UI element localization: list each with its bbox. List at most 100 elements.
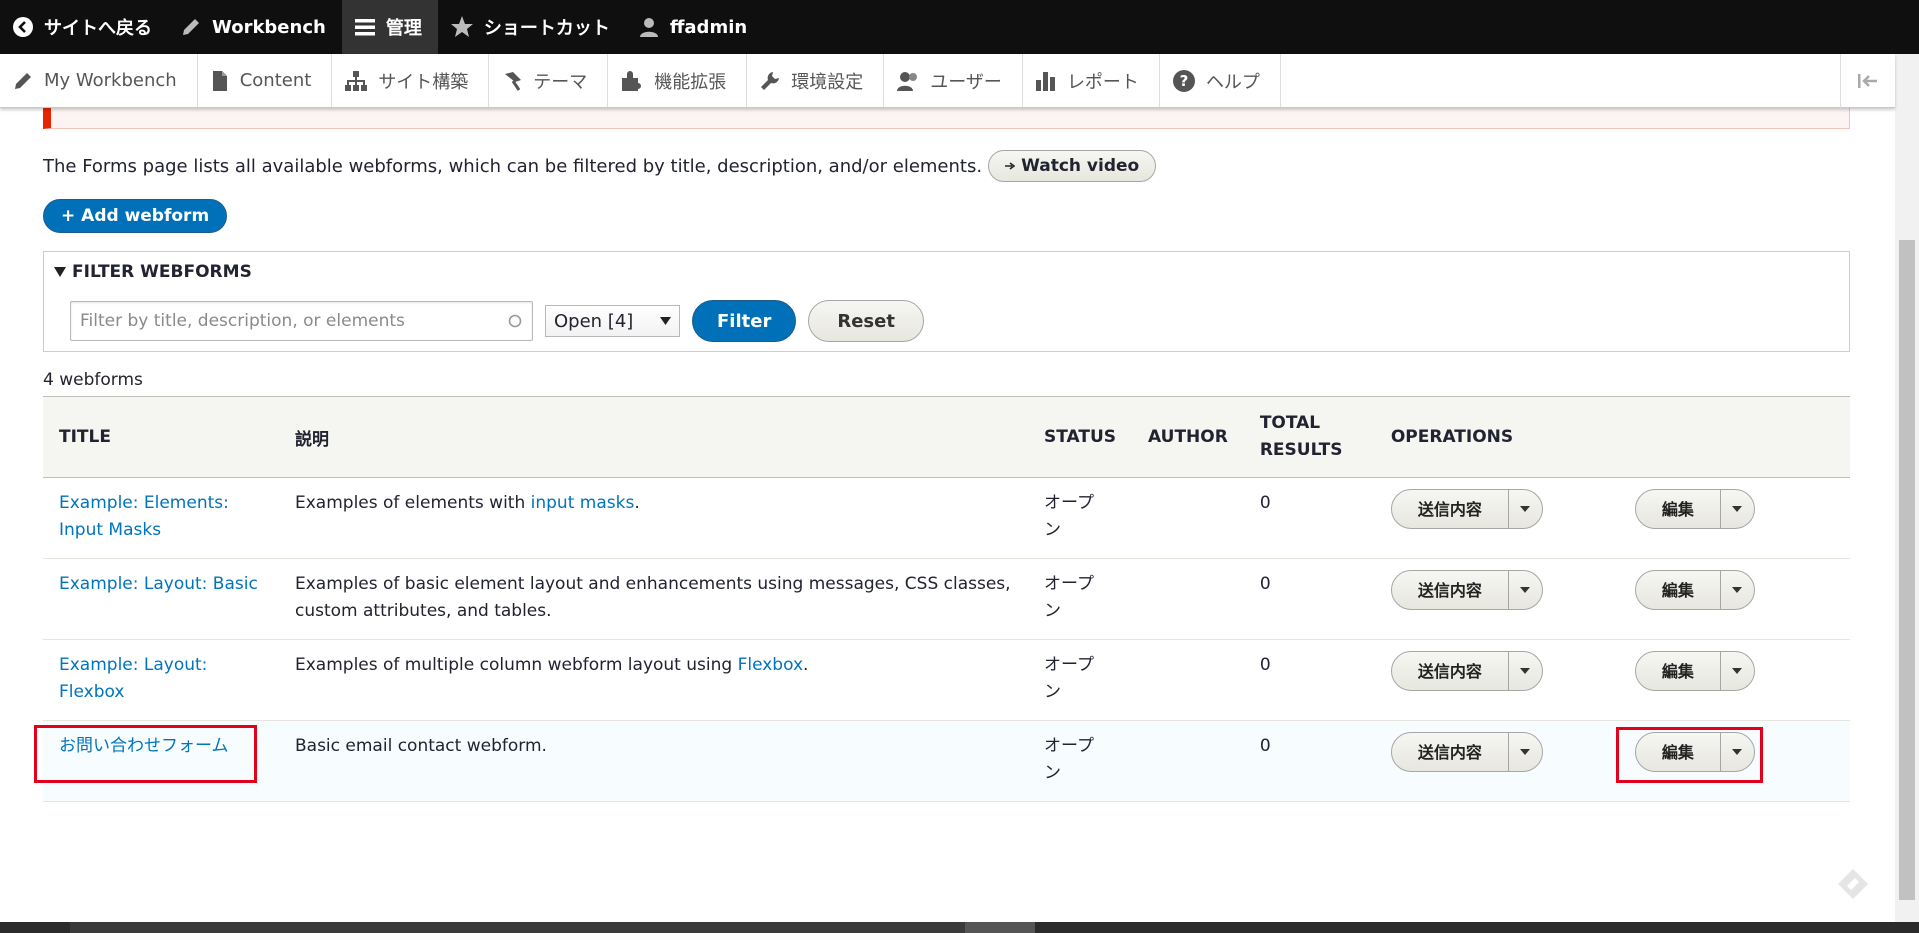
webform-title-link[interactable]: Example: Layout: Basic: [59, 574, 258, 594]
user-icon: [639, 18, 658, 37]
edit-button-label[interactable]: 編集: [1636, 490, 1720, 528]
cell-description: Examples of elements with input masks.: [279, 477, 1028, 559]
scrollbar-thumb[interactable]: [1899, 240, 1915, 900]
wrench-icon: [761, 71, 780, 90]
cell-operations-edit: 編集: [1616, 477, 1850, 559]
column-header-title[interactable]: TITLE: [43, 396, 279, 478]
search-icon: [508, 314, 522, 328]
cell-description: Examples of basic element layout and enh…: [279, 558, 1028, 640]
tray-item-people[interactable]: ユーザー: [884, 54, 1023, 107]
results-button-label[interactable]: 送信内容: [1392, 490, 1508, 528]
cell-operations-results: 送信内容: [1374, 477, 1617, 559]
tray-item-label: テーマ: [533, 71, 588, 93]
results-dropdown-toggle[interactable]: [1507, 733, 1542, 771]
table-row: Example: Elements: Input Masks Examples o…: [43, 477, 1850, 559]
shortcuts-tab[interactable]: ショートカット: [438, 0, 626, 54]
workbench-label: Workbench: [212, 16, 326, 38]
tray-item-label: Content: [239, 70, 312, 91]
tray-item-content[interactable]: Content: [198, 54, 333, 107]
filter-button[interactable]: Filter: [692, 300, 797, 342]
taskbar-segment: [70, 922, 980, 933]
error-message-strip: [43, 108, 1850, 129]
manage-tab[interactable]: 管理: [341, 0, 438, 54]
tray-item-my-workbench[interactable]: My Workbench: [0, 54, 198, 107]
tray-item-config[interactable]: 環境設定: [747, 54, 885, 107]
results-button-label[interactable]: 送信内容: [1392, 571, 1508, 609]
description-link[interactable]: Flexbox: [738, 655, 803, 675]
cell-status: オープン: [1028, 720, 1133, 802]
edit-dropbutton[interactable]: 編集: [1634, 570, 1755, 610]
filter-legend[interactable]: FILTER WEBFORMS: [54, 262, 252, 282]
results-dropdown-toggle[interactable]: [1507, 571, 1542, 609]
results-dropbutton[interactable]: 送信内容: [1390, 489, 1543, 529]
edit-dropdown-toggle[interactable]: [1719, 652, 1754, 690]
chevron-down-icon: [1520, 506, 1531, 512]
results-dropdown-toggle[interactable]: [1507, 652, 1542, 690]
edit-dropdown-toggle[interactable]: [1719, 571, 1754, 609]
manage-label: 管理: [385, 18, 422, 39]
results-dropbutton[interactable]: 送信内容: [1390, 732, 1543, 772]
results-button-label[interactable]: 送信内容: [1392, 652, 1508, 690]
tray-item-label: レポート: [1066, 71, 1139, 93]
results-dropdown-toggle[interactable]: [1507, 490, 1542, 528]
bar-chart-icon: [1035, 71, 1055, 91]
results-dropbutton[interactable]: 送信内容: [1390, 570, 1543, 610]
watch-video-button[interactable]: Watch video: [988, 150, 1157, 182]
description-text: Examples of elements with: [295, 493, 531, 513]
edit-dropbutton[interactable]: 編集: [1634, 651, 1755, 691]
triangle-down-icon: [54, 267, 66, 277]
status-text: オープン: [1044, 574, 1094, 621]
edit-button-label[interactable]: 編集: [1636, 571, 1720, 609]
webform-title-link[interactable]: Example: Elements: Input Masks: [59, 490, 239, 544]
results-dropbutton[interactable]: 送信内容: [1390, 651, 1543, 691]
add-webform-button[interactable]: + Add webform: [43, 199, 228, 233]
state-select[interactable]: Open [4]: [545, 305, 680, 337]
vertical-scrollbar[interactable]: [1895, 54, 1919, 924]
help-icon: ?: [1172, 69, 1195, 92]
table-header-row: TITLE 説明 STATUS AUTHOR TOTAL RESULTS OPE…: [43, 396, 1850, 478]
edit-button-label[interactable]: 編集: [1636, 652, 1720, 690]
tray-item-extend[interactable]: 機能拡張: [608, 54, 748, 107]
status-text: オープン: [1044, 736, 1094, 783]
filter-row: Open [4] Filter Reset: [70, 300, 924, 342]
feedback-icon[interactable]: [1836, 867, 1870, 901]
webforms-table: TITLE 説明 STATUS AUTHOR TOTAL RESULTS OPE…: [43, 396, 1850, 802]
tray-orientation-toggle[interactable]: [1840, 54, 1895, 108]
puzzle-icon: [622, 70, 642, 91]
chevron-down-icon: [660, 317, 671, 325]
star-icon: [450, 16, 473, 37]
cell-total-results: 0: [1243, 558, 1375, 640]
tray-item-label: サイト構築: [378, 71, 469, 93]
reset-button[interactable]: Reset: [808, 300, 924, 342]
results-button-label[interactable]: 送信内容: [1392, 733, 1508, 771]
webform-title-link[interactable]: Example: Layout: Flexbox: [59, 652, 239, 706]
cell-title: Example: Elements: Input Masks: [43, 477, 279, 559]
column-header-operations-spacer: [1616, 396, 1850, 478]
tray-item-help[interactable]: ? ヘルプ: [1160, 54, 1281, 107]
description-link[interactable]: input masks: [531, 493, 635, 513]
back-to-site-link[interactable]: サイトへ戻る: [0, 0, 168, 54]
hamburger-icon: [354, 19, 375, 36]
sitemap-icon: [345, 70, 368, 91]
chevron-down-icon: [1520, 668, 1531, 674]
tray-item-reports[interactable]: レポート: [1023, 54, 1160, 107]
filter-search-input[interactable]: [70, 301, 533, 341]
play-icon: [1005, 162, 1016, 170]
column-header-status[interactable]: STATUS: [1028, 396, 1133, 478]
tray-item-structure[interactable]: サイト構築: [332, 54, 490, 107]
tray-item-appearance[interactable]: テーマ: [489, 54, 609, 107]
description-suffix: .: [634, 493, 640, 513]
user-label: ffadmin: [669, 16, 748, 38]
workbench-tab[interactable]: Workbench: [168, 0, 342, 54]
edit-dropbutton[interactable]: 編集: [1634, 489, 1755, 529]
tray-item-label: ヘルプ: [1205, 71, 1260, 93]
table-row: お問い合わせフォーム Basic email contact webform. オー…: [43, 720, 1850, 802]
cell-status: オープン: [1028, 558, 1133, 640]
edit-dropdown-toggle[interactable]: [1719, 490, 1754, 528]
cell-total-results: 0: [1243, 477, 1375, 559]
shortcuts-label: ショートカット: [483, 18, 610, 39]
column-header-total-results[interactable]: TOTAL RESULTS: [1243, 396, 1375, 478]
webform-count: 4 webforms: [43, 370, 143, 390]
user-tab[interactable]: ffadmin: [626, 0, 763, 54]
column-header-author[interactable]: AUTHOR: [1132, 396, 1244, 478]
